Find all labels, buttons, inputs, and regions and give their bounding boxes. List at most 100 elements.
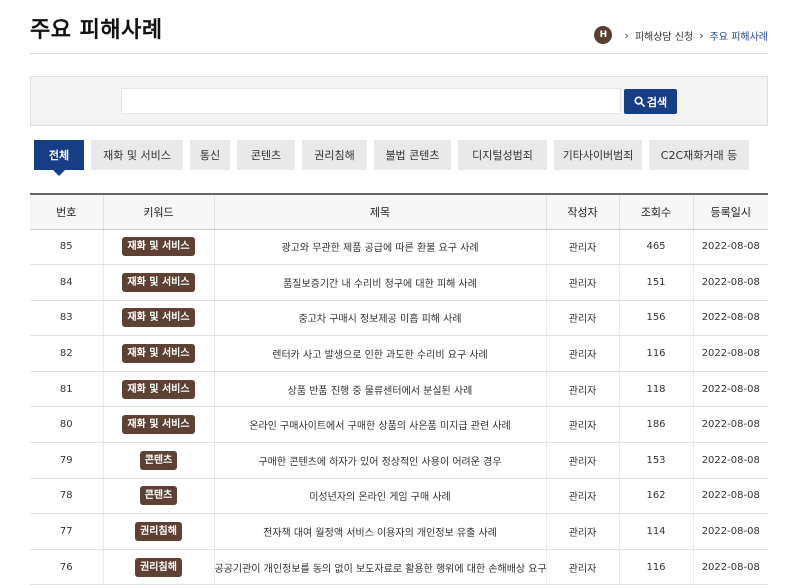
cell-title[interactable]: 광고와 무관한 제품 공급에 따른 환불 요구 사례 [214, 229, 547, 266]
tab-1[interactable]: 재화 및 서비스 [91, 140, 183, 170]
cell-author: 관리자 [546, 300, 620, 337]
table-row[interactable]: 78 콘텐츠 미성년자의 온라인 게임 구매 사례 관리자 162 2022-08-08 [30, 478, 768, 515]
breadcrumb: H › 피해상담 신청 › 주요 피해사례 [594, 26, 768, 44]
cell-date: 2022-08-08 [693, 478, 768, 515]
tab-8[interactable]: C2C재화거래 등 [649, 140, 749, 170]
cell-date: 2022-08-08 [693, 549, 768, 586]
cell-keyword: 콘텐츠 [103, 442, 215, 479]
cell-views: 116 [619, 549, 694, 586]
keyword-badge: 재화 및 서비스 [122, 344, 195, 364]
keyword-badge: 재화 및 서비스 [122, 237, 195, 257]
cell-title[interactable]: 품질보증기간 내 수리비 청구에 대한 피해 사례 [214, 264, 547, 301]
breadcrumb-current[interactable]: 주요 피해사례 [710, 28, 768, 43]
cell-title[interactable]: 온라인 구매사이트에서 구매한 상품의 사은품 미지급 관련 사례 [214, 406, 547, 444]
cell-number: 79 [30, 442, 104, 479]
cell-views: 118 [619, 371, 694, 408]
breadcrumb-parent[interactable]: 피해상담 신청 [635, 28, 693, 43]
page-header: 주요 피해사례 H › 피해상담 신청 › 주요 피해사례 [30, 0, 768, 54]
search-icon [634, 96, 645, 107]
page-title: 주요 피해사례 [30, 18, 163, 43]
home-icon[interactable]: H [594, 26, 613, 44]
tab-4[interactable]: 권리침해 [302, 140, 367, 170]
cell-author: 관리자 [546, 229, 620, 266]
keyword-badge: 재화 및 서비스 [122, 272, 195, 292]
tab-5[interactable]: 불법 콘텐츠 [374, 140, 451, 170]
cell-date: 2022-08-08 [693, 229, 768, 266]
cell-title[interactable]: 상품 반품 진행 중 물류센터에서 분실된 사례 [214, 371, 547, 408]
cell-author: 관리자 [546, 406, 620, 444]
cell-author: 관리자 [546, 478, 620, 515]
keyword-badge: 재화 및 서비스 [122, 415, 195, 435]
keyword-badge: 재화 및 서비스 [122, 308, 195, 328]
cell-views: 465 [619, 229, 694, 266]
cell-date: 2022-08-08 [693, 406, 768, 444]
tab-2[interactable]: 통신 [190, 140, 230, 170]
chevron-right-icon: › [624, 28, 629, 42]
cell-number: 78 [30, 478, 104, 515]
cell-date: 2022-08-08 [693, 442, 768, 479]
cell-keyword: 재화 및 서비스 [103, 335, 215, 372]
tab-0[interactable]: 전체 [34, 140, 84, 176]
cell-number: 77 [30, 513, 104, 550]
search-button-label: 검색 [646, 95, 668, 109]
cell-author: 관리자 [546, 442, 620, 479]
cell-keyword: 권리침해 [103, 513, 215, 550]
cell-title[interactable]: 미성년자의 온라인 게임 구매 사례 [214, 478, 547, 515]
column-header-number: 번호 [30, 193, 104, 230]
cell-date: 2022-08-08 [693, 371, 768, 408]
cell-title[interactable]: 구매한 콘텐츠에 하자가 있어 정상적인 사용이 어려운 경우 [214, 442, 547, 479]
cell-number: 83 [30, 300, 104, 337]
cell-author: 관리자 [546, 335, 620, 372]
table-row[interactable]: 83 재화 및 서비스 중고차 구매시 정보제공 미흡 피해 사례 관리자 156 202… [30, 300, 768, 337]
cell-author: 관리자 [546, 513, 620, 550]
cell-date: 2022-08-08 [693, 264, 768, 301]
cell-date: 2022-08-08 [693, 335, 768, 372]
cell-keyword: 재화 및 서비스 [103, 406, 215, 444]
search-input[interactable] [121, 88, 621, 114]
table-row[interactable]: 80 재화 및 서비스 온라인 구매사이트에서 구매한 상품의 사은품 미지급 관련… [30, 406, 768, 444]
cell-title[interactable]: 렌터카 사고 발생으로 인한 과도한 수리비 요구 사례 [214, 335, 547, 372]
table-header-row: 번호 키워드 제목 작성자 조회수 등록일시 [30, 193, 768, 230]
search-panel: 검색 [30, 76, 768, 126]
table-row[interactable]: 82 재화 및 서비스 렌터카 사고 발생으로 인한 과도한 수리비 요구 사례 관리… [30, 335, 768, 372]
column-header-author: 작성자 [546, 193, 620, 230]
case-table: 번호 키워드 제목 작성자 조회수 등록일시 85 재화 및 서비스 광고와 무관한… [30, 193, 768, 586]
column-header-date: 등록일시 [693, 193, 768, 230]
keyword-badge: 권리침해 [135, 522, 182, 542]
cell-views: 186 [619, 406, 694, 444]
cell-views: 156 [619, 300, 694, 337]
column-header-keyword: 키워드 [103, 193, 215, 230]
cell-date: 2022-08-08 [693, 300, 768, 337]
cell-views: 151 [619, 264, 694, 301]
cell-keyword: 콘텐츠 [103, 478, 215, 515]
tab-7[interactable]: 기타사이버범죄 [554, 140, 642, 170]
table-row[interactable]: 81 재화 및 서비스 상품 반품 진행 중 물류센터에서 분실된 사례 관리자 118… [30, 371, 768, 408]
table-row[interactable]: 84 재화 및 서비스 품질보증기간 내 수리비 청구에 대한 피해 사례 관리자 15… [30, 264, 768, 301]
cell-title[interactable]: 중고차 구매시 정보제공 미흡 피해 사례 [214, 300, 547, 337]
table-row[interactable]: 76 권리침해 공공기관이 개인정보를 동의 없이 보도자료로 활용한 행위에 대한… [30, 549, 768, 586]
cell-keyword: 재화 및 서비스 [103, 229, 215, 266]
cell-title[interactable]: 공공기관이 개인정보를 동의 없이 보도자료로 활용한 행위에 대한 손해배상 … [214, 549, 547, 586]
table-row[interactable]: 79 콘텐츠 구매한 콘텐츠에 하자가 있어 정상적인 사용이 어려운 경우 관리자 1… [30, 442, 768, 479]
keyword-badge: 콘텐츠 [139, 450, 178, 470]
table-row[interactable]: 85 재화 및 서비스 광고와 무관한 제품 공급에 따른 환불 요구 사례 관리자 4… [30, 229, 768, 266]
cell-number: 82 [30, 335, 104, 372]
cell-number: 81 [30, 371, 104, 408]
keyword-badge: 권리침해 [135, 557, 182, 577]
cell-keyword: 재화 및 서비스 [103, 264, 215, 301]
cell-views: 114 [619, 513, 694, 550]
cell-views: 162 [619, 478, 694, 515]
tab-6[interactable]: 디지털성범죄 [458, 140, 547, 170]
cell-date: 2022-08-08 [693, 513, 768, 550]
cell-views: 116 [619, 335, 694, 372]
tab-3[interactable]: 콘텐츠 [237, 140, 295, 170]
table-row[interactable]: 77 권리침해 전자책 대여 월정액 서비스 이용자의 개인정보 유출 사례 관리자 1… [30, 513, 768, 550]
keyword-badge: 재화 및 서비스 [122, 379, 195, 399]
cell-author: 관리자 [546, 264, 620, 301]
chevron-right-icon: › [699, 28, 704, 42]
search-button[interactable]: 검색 [624, 89, 677, 114]
cell-title[interactable]: 전자책 대여 월정액 서비스 이용자의 개인정보 유출 사례 [214, 513, 547, 550]
cell-keyword: 재화 및 서비스 [103, 371, 215, 408]
cell-number: 84 [30, 264, 104, 301]
cell-author: 관리자 [546, 549, 620, 586]
